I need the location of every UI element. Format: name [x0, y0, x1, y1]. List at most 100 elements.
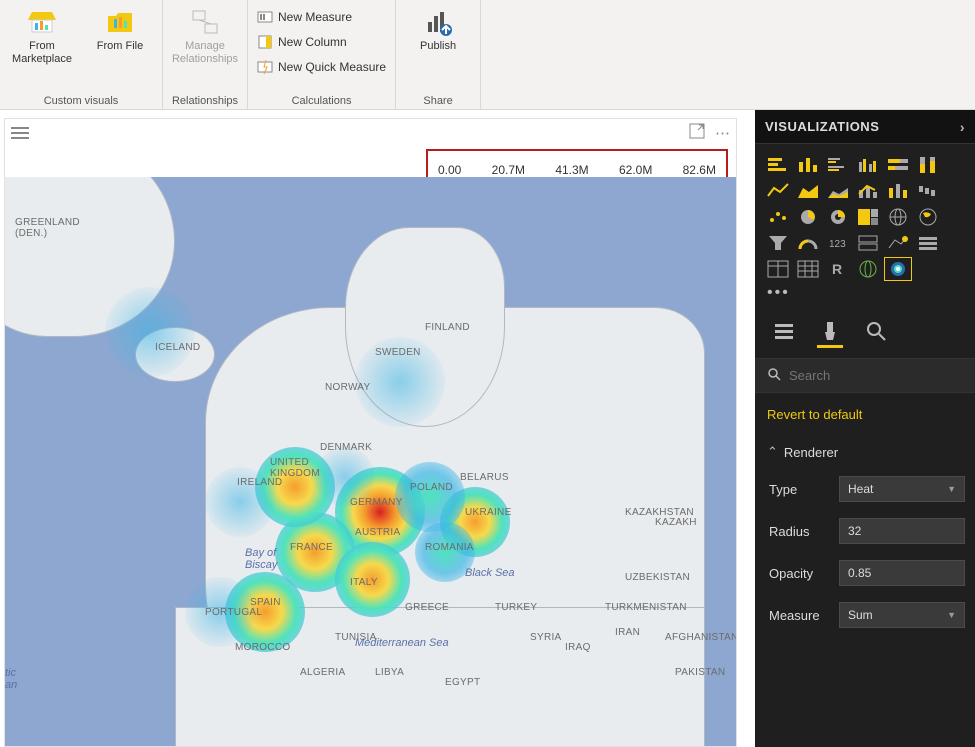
more-options-icon[interactable]: ⋯ — [715, 124, 730, 142]
section-renderer[interactable]: ⌃ Renderer — [755, 436, 975, 468]
new-measure-button[interactable]: New Measure — [254, 6, 389, 28]
viz-waterfall-icon[interactable] — [915, 180, 941, 202]
map-label: DENMARK — [320, 442, 372, 453]
fields-tab-icon[interactable] — [773, 320, 795, 342]
radius-input[interactable]: 32 — [839, 518, 965, 544]
group-label-relationships: Relationships — [169, 93, 241, 107]
map-label: ITALY — [350, 577, 378, 588]
prop-label: Measure — [769, 608, 839, 623]
column-icon — [257, 34, 273, 50]
map-label: UKRAINE — [465, 507, 512, 518]
from-file-button[interactable]: From File — [84, 4, 156, 55]
new-quick-measure-button[interactable]: New Quick Measure — [254, 56, 389, 78]
map-label: LIBYA — [375, 667, 404, 678]
relationships-icon — [189, 6, 221, 38]
visualizations-panel: VISUALIZATIONS › — [755, 110, 975, 747]
section-label: Renderer — [784, 445, 838, 460]
viz-multi-card-icon[interactable] — [855, 232, 881, 254]
viz-r-icon[interactable]: R — [825, 258, 851, 280]
viz-pie-icon[interactable] — [795, 206, 821, 228]
new-column-button[interactable]: New Column — [254, 31, 389, 53]
map-label: SWEDEN — [375, 347, 421, 358]
format-tab-icon[interactable] — [819, 320, 841, 342]
viz-table-icon[interactable] — [765, 258, 791, 280]
visualizations-header[interactable]: VISUALIZATIONS › — [755, 110, 975, 144]
revert-to-default-link[interactable]: Revert to default — [755, 393, 975, 436]
search-input[interactable] — [789, 368, 965, 383]
viz-placeholder4-icon[interactable] — [945, 232, 971, 254]
map-label: IRELAND — [237, 477, 282, 488]
map-label: ICELAND — [155, 342, 200, 353]
map-label: ALGERIA — [300, 667, 345, 678]
map-label: KAZAKH — [655, 517, 697, 528]
opacity-value: 0.85 — [848, 566, 871, 580]
viz-scatter-icon[interactable] — [765, 206, 791, 228]
viz-line-column-icon[interactable] — [855, 180, 881, 202]
new-quick-measure-label: New Quick Measure — [278, 60, 386, 74]
ribbon-group-share: Publish Share — [396, 0, 481, 109]
viz-treemap-icon[interactable] — [855, 206, 881, 228]
measure-dropdown[interactable]: Sum ▼ — [839, 602, 965, 628]
viz-ribbon-icon[interactable] — [885, 180, 911, 202]
map-label: NORWAY — [325, 382, 371, 393]
viz-100-stacked-bar-icon[interactable] — [885, 154, 911, 176]
viz-gauge-icon[interactable] — [795, 232, 821, 254]
viz-matrix-icon[interactable] — [795, 258, 821, 280]
sea-label: tic an — [5, 667, 17, 691]
viz-line-icon[interactable] — [765, 180, 791, 202]
viz-kpi-icon[interactable] — [885, 232, 911, 254]
map-label: EGYPT — [445, 677, 480, 688]
viz-slicer-icon[interactable] — [915, 232, 941, 254]
map-visual-frame[interactable]: ⋯ 0.00 20.7M 41.3M 62.0M 82.6M — [4, 118, 737, 747]
group-label-share: Share — [402, 93, 474, 107]
map-label: GERMANY — [350, 497, 403, 508]
prop-opacity: Opacity 0.85 — [755, 552, 975, 594]
visualization-picker: 123 R — [755, 144, 975, 284]
viz-100-stacked-column-icon[interactable] — [915, 154, 941, 176]
heatmap-canvas[interactable]: GREENLAND (DEN.) ICELAND NORWAY SWEDEN F… — [5, 177, 736, 746]
viz-more-icon[interactable]: ••• — [755, 284, 975, 308]
sea-label: Bay of Biscay — [245, 547, 277, 571]
ribbon-group-custom-visuals: From Marketplace From File Custom visual… — [0, 0, 163, 109]
chevron-down-icon: ▼ — [947, 484, 956, 494]
manage-relationships-button[interactable]: Manage Relationships — [169, 4, 241, 67]
map-label: ROMANIA — [425, 542, 474, 553]
publish-label: Publish — [420, 40, 456, 53]
analytics-tab-icon[interactable] — [865, 320, 887, 342]
viz-area-icon[interactable] — [795, 180, 821, 202]
legend-tick: 82.6M — [683, 163, 716, 177]
publish-button[interactable]: Publish — [402, 4, 474, 55]
map-label: AFGHANISTAN — [665, 632, 736, 643]
map-label: SYRIA — [530, 632, 562, 643]
map-label: AUSTRIA — [355, 527, 400, 538]
viz-placeholder-icon[interactable] — [945, 154, 971, 176]
search-icon — [767, 367, 781, 384]
viz-placeholder3-icon[interactable] — [945, 206, 971, 228]
viz-card-icon[interactable]: 123 — [825, 232, 851, 254]
viz-stacked-column-icon[interactable] — [795, 154, 821, 176]
focus-mode-icon[interactable] — [689, 123, 705, 143]
prop-type: Type Heat ▼ — [755, 468, 975, 510]
viz-map-icon[interactable] — [885, 206, 911, 228]
publish-icon — [422, 6, 454, 38]
map-label: POLAND — [410, 482, 453, 493]
viz-placeholder2-icon[interactable] — [945, 180, 971, 202]
from-marketplace-label: From Marketplace — [8, 40, 76, 65]
viz-funnel-icon[interactable] — [765, 232, 791, 254]
viz-donut-icon[interactable] — [825, 206, 851, 228]
map-label: FRANCE — [290, 542, 333, 553]
type-value: Heat — [848, 482, 873, 496]
viz-clustered-column-icon[interactable] — [855, 154, 881, 176]
viz-arcgis-icon[interactable] — [855, 258, 881, 280]
viz-custom-heatmap-icon[interactable] — [885, 258, 911, 280]
from-marketplace-button[interactable]: From Marketplace — [6, 4, 78, 67]
viz-clustered-bar-icon[interactable] — [825, 154, 851, 176]
marketplace-icon — [26, 6, 58, 38]
viz-stacked-area-icon[interactable] — [825, 180, 851, 202]
prop-radius: Radius 32 — [755, 510, 975, 552]
viz-filled-map-icon[interactable] — [915, 206, 941, 228]
hamburger-icon[interactable] — [11, 127, 29, 139]
opacity-input[interactable]: 0.85 — [839, 560, 965, 586]
viz-stacked-bar-icon[interactable] — [765, 154, 791, 176]
type-dropdown[interactable]: Heat ▼ — [839, 476, 965, 502]
